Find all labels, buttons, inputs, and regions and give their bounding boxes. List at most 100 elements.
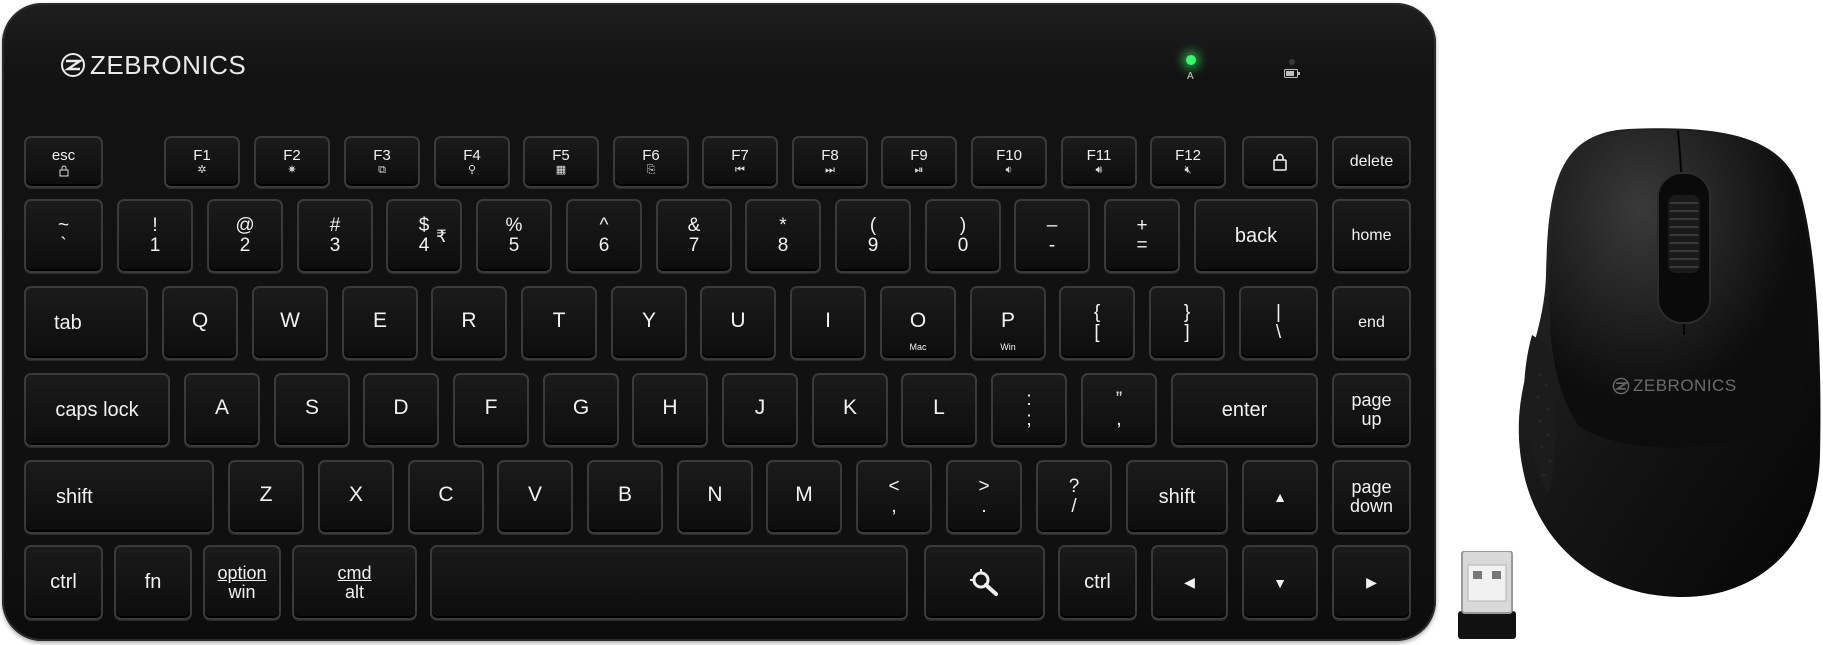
key-4[interactable]: $4 ₹ [386,199,462,273]
key-option[interactable]: option win [203,545,281,620]
key-0[interactable]: ) 0 [925,199,1001,273]
key-f10[interactable]: F10 🔉︎ [971,136,1047,188]
key-f4[interactable]: F4 ⚲ [434,136,510,188]
key-9[interactable]: (9 [835,199,911,273]
key-y[interactable]: Y [611,286,687,360]
key-label-top: page [1351,477,1392,498]
volume-up-icon: 🔊︎ [1095,164,1103,177]
key-label-top: ? [1068,476,1080,498]
key-2[interactable]: @2 [207,199,283,273]
next-track-icon: ⏭ [825,164,835,177]
key-label-bottom: up [1361,409,1382,429]
key-h[interactable]: H [632,373,708,447]
key-j[interactable]: J [722,373,798,447]
key-label: home [1351,227,1392,244]
key-home[interactable]: home [1332,199,1411,273]
key-r[interactable]: R [431,286,507,360]
key-t[interactable]: T [521,286,597,360]
key-c[interactable]: C [408,460,484,534]
key-label-bottom: 0 [957,235,969,256]
key-z[interactable]: Z [228,460,304,534]
key-f12[interactable]: F12 🔇︎ [1150,136,1226,188]
key-label: esc [51,147,76,165]
key-o[interactable]: O Mac [880,286,956,360]
key-5[interactable]: % 5 [476,199,552,273]
key-arrow-down[interactable]: ▼ [1242,545,1318,620]
key-shift-right[interactable]: shift [1126,460,1228,534]
key-page-down[interactable]: page down [1332,460,1411,534]
key-ctrl-right[interactable]: ctrl [1058,545,1137,620]
key-l[interactable]: L [901,373,977,447]
screenshot-icon: ⎘ [646,164,656,177]
key-a[interactable]: A [184,373,260,447]
key-arrow-right[interactable]: ▶ [1332,545,1411,620]
key-space[interactable] [430,545,908,620]
key-q[interactable]: Q [162,286,238,360]
key-period[interactable]: >. [946,460,1022,534]
key-f3[interactable]: F3 ⧉ [344,136,420,188]
key-f6[interactable]: F6 ⎘ [613,136,689,188]
volume-down-icon: 🔉︎ [1005,164,1013,177]
key-slash[interactable]: ? / [1036,460,1112,534]
key-label-bottom: / [1071,496,1077,517]
key-end[interactable]: end [1332,286,1411,360]
key-page-up[interactable]: page up [1332,373,1411,447]
key-arrow-left[interactable]: ◀ [1151,545,1228,620]
key-f11[interactable]: F11 🔊︎ [1061,136,1137,188]
key-f8[interactable]: F8 ⏭ [792,136,868,188]
key-shift-left[interactable]: shift [24,460,214,534]
key-cmd[interactable]: cmd alt [292,545,417,620]
key-n[interactable]: N [677,460,753,534]
key-minus[interactable]: – - [1014,199,1090,273]
key-label-bottom: [ [1094,322,1100,343]
key-3[interactable]: #3 [297,199,373,273]
key-w[interactable]: W [252,286,328,360]
key-tab[interactable]: tab [24,286,148,360]
key-f2[interactable]: F2 ✷ [254,136,330,188]
key-backslash[interactable]: | \ [1239,286,1318,360]
key-comma[interactable]: <, [856,460,932,534]
key-equals[interactable]: + = [1104,199,1180,273]
key-6[interactable]: ^ 6 [566,199,642,273]
key-ctrl-left[interactable]: ctrl [24,545,103,620]
key-label: Z [259,483,273,506]
key-backspace[interactable]: back [1194,199,1318,273]
key-v[interactable]: V [497,460,573,534]
key-7[interactable]: & 7 [656,199,732,273]
key-f9[interactable]: F9 ⏯ [881,136,957,188]
key-8[interactable]: * 8 [745,199,821,273]
key-p[interactable]: P Win [970,286,1046,360]
key-f7[interactable]: F7 ⏮ [702,136,778,188]
key-i[interactable]: I [790,286,866,360]
key-e[interactable]: E [342,286,418,360]
key-label: Q [191,309,209,332]
key-m[interactable]: M [766,460,842,534]
key-left-bracket[interactable]: {[ [1059,286,1135,360]
key-arrow-up[interactable]: ▲ [1242,460,1318,534]
key-delete[interactable]: delete [1332,136,1411,188]
key-k[interactable]: K [812,373,888,447]
key-1[interactable]: ! 1 [117,199,193,273]
key-enter[interactable]: enter [1171,373,1318,447]
key-s[interactable]: S [274,373,350,447]
key-right-bracket[interactable]: }] [1149,286,1225,360]
key-f[interactable]: F [453,373,529,447]
key-u[interactable]: U [700,286,776,360]
key-semicolon[interactable]: :; [991,373,1067,447]
key-caps-lock[interactable]: caps lock [24,373,170,447]
key-b[interactable]: B [587,460,663,534]
key-f1[interactable]: F1 ✲ [164,136,240,188]
key-g[interactable]: G [543,373,619,447]
key-d[interactable]: D [363,373,439,447]
key-esc[interactable]: esc [24,136,103,188]
key-x[interactable]: X [318,460,394,534]
key-fn[interactable]: fn [114,545,192,620]
key-label-bottom: , [891,496,897,517]
key-label-top: ( [869,215,877,237]
key-search[interactable] [924,545,1045,620]
key-f5[interactable]: F5 ▦ [523,136,599,188]
key-label: delete [1349,153,1394,170]
key-lock[interactable] [1242,136,1318,188]
key-tilde[interactable]: ~ ` [24,199,103,273]
key-quote[interactable]: ”, [1081,373,1157,447]
